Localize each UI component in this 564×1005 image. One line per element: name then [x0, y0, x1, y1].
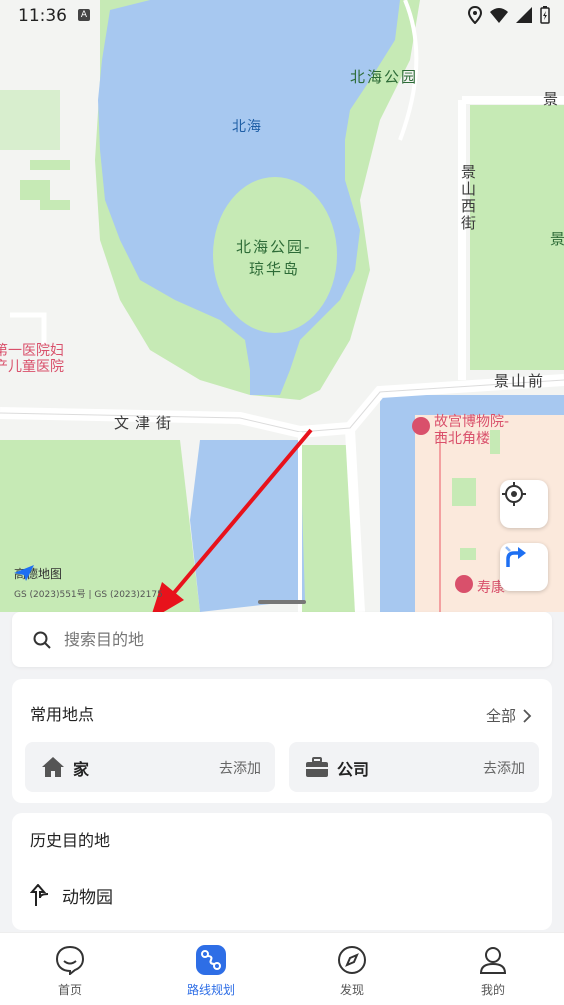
a-icon: A: [78, 9, 90, 21]
chevron-right-icon: [523, 708, 532, 723]
briefcase-icon: [306, 757, 328, 777]
favorites-title: 常用地点: [30, 705, 95, 724]
crosshair-icon: [502, 482, 526, 506]
map-view[interactable]: 北海公园 北海 北海公园- 琼华岛 景山西街 景 景 景山前 文津街 第一医院妇…: [0, 0, 564, 612]
map-label-museum-2: 西北角楼: [434, 431, 490, 447]
tab-home[interactable]: 首页: [20, 933, 120, 1005]
map-label-jingshan-west: 景山西街: [459, 164, 477, 232]
status-bar: 11:36 A: [0, 0, 564, 32]
map-label-hospital-2: 产儿童医院: [0, 359, 64, 375]
bottom-tab-bar: 首页 路线规划 发现 我的: [0, 932, 564, 1005]
route-icon: [196, 945, 226, 975]
poi-pin-icon[interactable]: [412, 417, 430, 435]
favorites-all-link[interactable]: 全部: [486, 705, 532, 726]
history-title: 历史目的地: [30, 831, 111, 850]
history-item-label: 动物园: [62, 888, 113, 908]
favorites-all-label: 全部: [485, 707, 516, 725]
history-item[interactable]: 动物园: [30, 883, 113, 908]
locate-button[interactable]: [500, 480, 548, 528]
map-label-beihai-park: 北海公园: [350, 68, 419, 86]
poi-pin-icon[interactable]: [455, 575, 473, 593]
map-label-qionghua-1: 北海公园-: [236, 238, 312, 256]
map-label-jing-2: 景: [550, 230, 564, 248]
amap-logo-icon: [14, 565, 34, 581]
search-input[interactable]: [62, 629, 466, 650]
home-chat-icon: [55, 945, 85, 975]
tab-route-planning-label: 路线规划: [186, 983, 235, 997]
home-add-label: 去添加: [219, 761, 261, 777]
tab-home-label: 首页: [57, 983, 82, 997]
search-bar[interactable]: [12, 612, 552, 667]
home-icon: [42, 757, 64, 777]
map-canvas: [0, 0, 564, 612]
route-turn-icon: [30, 883, 49, 906]
history-card: 历史目的地 动物园: [12, 813, 552, 930]
status-time: 11:36: [18, 6, 67, 26]
map-label-qionghua-2: 琼华岛: [249, 260, 301, 278]
drag-handle[interactable]: [258, 600, 306, 604]
route-shortcut-button[interactable]: [500, 543, 548, 591]
map-label-jingshan-front: 景山前: [494, 372, 546, 390]
tab-route-planning[interactable]: 路线规划: [161, 933, 261, 1005]
favorites-card: 常用地点 全部 家 去添加 公司 去添加: [12, 679, 552, 803]
home-shortcut-button[interactable]: 家 去添加: [25, 742, 275, 792]
amap-logo: 高德地图: [14, 565, 62, 582]
wifi-icon: [490, 8, 508, 23]
company-add-label: 去添加: [483, 761, 525, 777]
tab-profile-label: 我的: [480, 983, 505, 997]
tab-discover[interactable]: 发现: [302, 933, 402, 1005]
home-label: 家: [73, 760, 90, 779]
map-label-beihai: 北海: [232, 119, 262, 135]
battery-icon: [540, 6, 550, 24]
tab-discover-label: 发现: [339, 983, 364, 997]
map-label-wenjin: 文津街: [114, 414, 178, 432]
location-icon: [468, 6, 482, 24]
map-copyright: GS (2023)551号 | GS (2023)2175: [14, 590, 163, 600]
tab-profile[interactable]: 我的: [443, 933, 543, 1005]
turn-arrow-icon: [505, 546, 526, 567]
signal-icon: [516, 7, 532, 23]
profile-icon: [479, 947, 507, 974]
search-icon: [33, 631, 51, 649]
company-label: 公司: [337, 760, 370, 779]
compass-icon: [338, 946, 366, 974]
map-label-jing: 景: [543, 90, 561, 108]
company-shortcut-button[interactable]: 公司 去添加: [289, 742, 539, 792]
